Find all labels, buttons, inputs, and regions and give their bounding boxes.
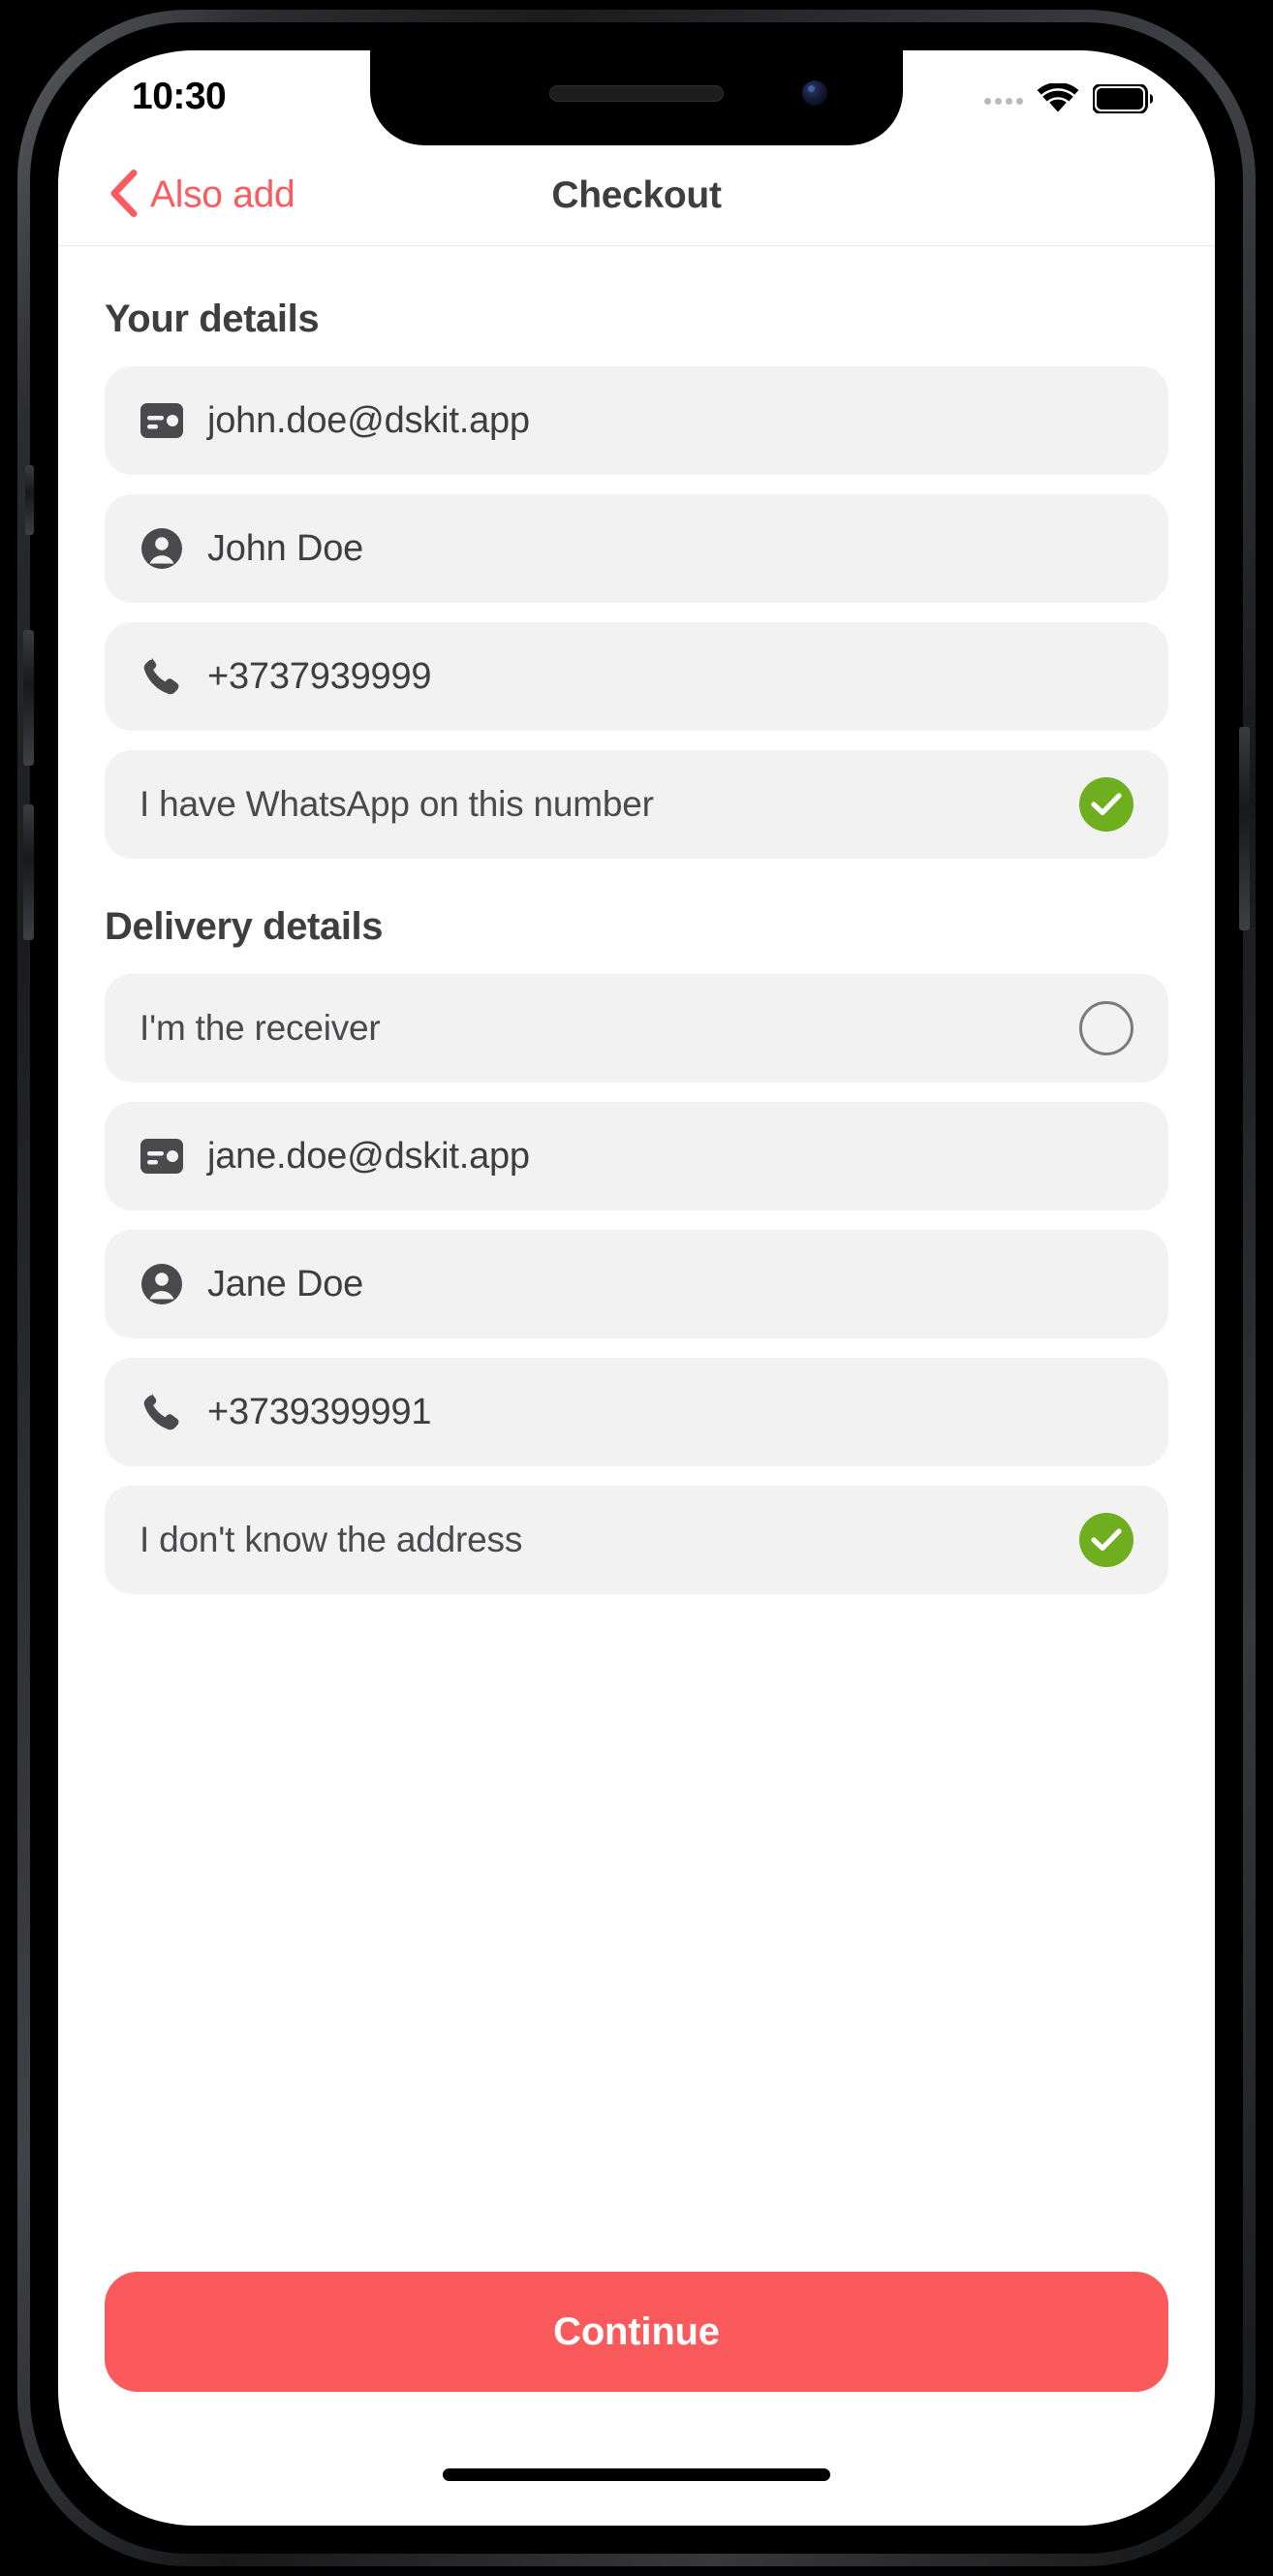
mute-switch[interactable] [25,465,34,535]
back-button[interactable]: Also add [109,169,295,222]
id-card-icon [140,1134,184,1178]
receiver-phone-field[interactable]: +3739399991 [105,1358,1168,1466]
receiver-name-field[interactable]: Jane Doe [105,1230,1168,1338]
volume-down-button[interactable] [23,804,34,940]
signal-dots-icon [984,98,1023,105]
wifi-icon [1037,81,1079,119]
phone-icon [140,1390,184,1434]
your-details-heading: Your details [105,298,320,340]
your-email-value: john.doe@dskit.app [207,399,530,441]
checkout-content: Your details john.doe@dskit.app John Doe… [58,247,1215,2526]
earpiece-speaker-icon [549,85,724,102]
your-phone-field[interactable]: +3737939999 [105,622,1168,731]
receiver-toggle-row[interactable]: I'm the receiver [105,974,1168,1083]
address-unknown-checkbox-checked[interactable] [1079,1513,1133,1567]
receiver-phone-value: +3739399991 [207,1391,432,1432]
receiver-email-value: jane.doe@dskit.app [207,1135,530,1177]
page-title: Checkout [551,173,722,216]
receiver-name-value: Jane Doe [207,1263,364,1304]
check-icon [1091,793,1122,816]
phone-screen: 10:30 Also add Checkout Your details joh… [58,50,1215,2526]
phone-frame: 10:30 Also add Checkout Your details joh… [17,10,1256,2566]
battery-full-icon [1092,83,1154,118]
receiver-email-field[interactable]: jane.doe@dskit.app [105,1102,1168,1210]
delivery-details-heading: Delivery details [105,905,384,948]
back-button-label: Also add [150,173,295,216]
notch [370,50,903,145]
status-bar-time: 10:30 [132,76,227,117]
person-icon [140,1262,184,1306]
volume-up-button[interactable] [23,630,34,766]
whatsapp-toggle-row[interactable]: I have WhatsApp on this number [105,750,1168,859]
receiver-toggle-label: I'm the receiver [140,1008,381,1048]
status-bar-icons [984,81,1154,119]
whatsapp-checkbox-checked[interactable] [1079,777,1133,832]
your-name-value: John Doe [207,527,364,569]
continue-button[interactable]: Continue [105,2272,1168,2392]
power-button[interactable] [1239,727,1250,930]
your-email-field[interactable]: john.doe@dskit.app [105,366,1168,475]
check-icon [1091,1528,1122,1552]
continue-button-label: Continue [553,2309,720,2353]
address-unknown-toggle-row[interactable]: I don't know the address [105,1486,1168,1594]
cta-container: Continue [105,2272,1168,2392]
chevron-left-icon [109,169,138,222]
whatsapp-toggle-label: I have WhatsApp on this number [140,784,654,824]
home-indicator[interactable] [443,2468,830,2481]
receiver-checkbox-unchecked[interactable] [1079,1001,1133,1055]
address-unknown-toggle-label: I don't know the address [140,1520,523,1559]
your-name-field[interactable]: John Doe [105,494,1168,603]
front-camera-icon [802,80,827,106]
your-phone-value: +3737939999 [207,655,432,697]
person-icon [140,526,184,571]
phone-icon [140,654,184,699]
id-card-icon [140,398,184,443]
navigation-bar: Also add Checkout [58,145,1215,246]
